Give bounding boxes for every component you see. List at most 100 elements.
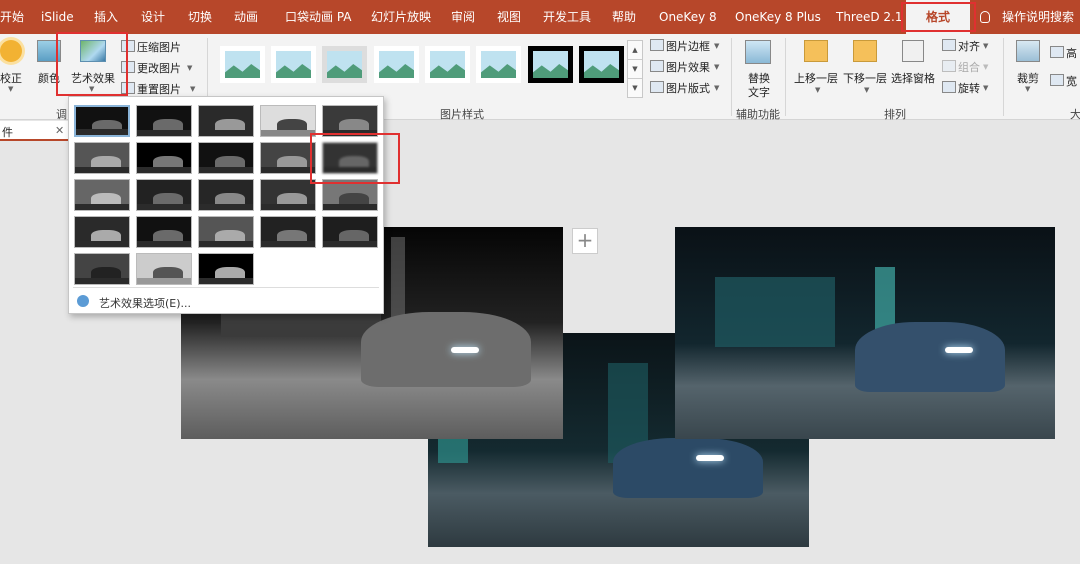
height-icon	[1050, 46, 1064, 58]
lightbulb-icon	[980, 11, 990, 23]
style-thumb[interactable]	[374, 46, 419, 83]
tab-insert[interactable]: 插入	[94, 0, 118, 34]
effect-cement[interactable]	[136, 216, 192, 248]
width-field[interactable]: 宽	[1066, 73, 1077, 89]
tab-animations[interactable]: 动画	[234, 0, 258, 34]
reset-caret-icon: ▼	[190, 85, 196, 93]
adjust-group-label: 调	[56, 108, 67, 121]
sun-icon	[0, 40, 22, 62]
tab-view[interactable]: 视图	[497, 0, 521, 34]
artistic-options-link[interactable]: 艺术效果选项(E)...	[99, 295, 191, 311]
styles-group-label: 图片样式	[440, 108, 484, 121]
tab-slideshow[interactable]: 幻灯片放映	[371, 0, 431, 34]
correct-button[interactable]: 校正	[0, 70, 22, 86]
arrange-group-label: 排列	[884, 108, 906, 121]
tab-help[interactable]: 帮助	[612, 0, 636, 34]
effect-watercolor[interactable]	[136, 179, 192, 211]
tab-review[interactable]: 审阅	[451, 0, 475, 34]
effect-none[interactable]	[74, 105, 130, 137]
effect-cutout[interactable]	[198, 179, 254, 211]
tab-transitions[interactable]: 切换	[188, 0, 212, 34]
effect-glow-diffused[interactable]	[260, 142, 316, 174]
artistic-effects-button[interactable]: 艺术效果	[71, 70, 115, 86]
style-thumb[interactable]	[476, 46, 521, 83]
effect-film-grain[interactable]	[322, 179, 378, 211]
tab-onekey8[interactable]: OneKey 8	[659, 0, 717, 34]
artistic-effects-icon	[80, 40, 106, 62]
ribbon-tab-bar: 开始 iSlide 插入 设计 切换 动画 口袋动画 PA 幻灯片放映 审阅 视…	[0, 0, 1080, 34]
picture-effects-icon	[650, 60, 664, 72]
effect-pastels[interactable]	[322, 216, 378, 248]
picture-effects-button[interactable]: 图片效果	[666, 59, 710, 75]
effect-glass[interactable]	[74, 216, 130, 248]
effect-light-screen[interactable]	[74, 179, 130, 211]
border-caret-icon: ▼	[714, 42, 720, 50]
gallery-scroll[interactable]: ▲ ▼ ▼	[627, 40, 643, 98]
picture-layout-button[interactable]: 图片版式	[666, 80, 710, 96]
effect-line-drawing[interactable]	[322, 105, 378, 137]
style-thumb[interactable]	[220, 46, 265, 83]
crop-icon	[1016, 40, 1040, 62]
tab-pocket-animation[interactable]: 口袋动画 PA	[285, 0, 352, 34]
rotate-button[interactable]: 旋转	[958, 80, 980, 96]
style-thumb[interactable]	[579, 46, 624, 83]
effect-paint-brush[interactable]	[198, 142, 254, 174]
style-thumb[interactable]	[322, 46, 367, 83]
selection-pane-button[interactable]: 选择窗格	[891, 70, 935, 86]
alt-text-button-line2[interactable]: 文字	[748, 84, 770, 100]
picture-border-button[interactable]: 图片边框	[666, 38, 710, 54]
effect-chalk-sketch[interactable]	[74, 142, 130, 174]
height-field[interactable]: 高	[1066, 45, 1077, 61]
effects-caret-icon: ▼	[714, 63, 720, 71]
accessibility-group-label: 辅助功能	[736, 108, 780, 121]
effect-crisscross[interactable]	[260, 216, 316, 248]
tab-format[interactable]: 格式	[906, 0, 970, 34]
artistic-caret-icon: ▼	[89, 85, 95, 93]
tab-design[interactable]: 设计	[141, 0, 165, 34]
compress-button[interactable]: 压缩图片	[137, 39, 181, 55]
change-picture-icon	[121, 61, 135, 73]
close-icon[interactable]: ✕	[55, 124, 64, 137]
effect-plastic-wrap[interactable]	[74, 253, 130, 285]
palette-icon	[77, 295, 89, 307]
send-backward-icon	[853, 40, 877, 62]
reset-picture-button[interactable]: 重置图片	[137, 81, 181, 97]
tab-home[interactable]: 开始	[0, 0, 24, 34]
bring-forward-button[interactable]: 上移一层	[794, 70, 838, 86]
width-icon	[1050, 74, 1064, 86]
effect-marker[interactable]	[136, 105, 192, 137]
style-thumb[interactable]	[425, 46, 470, 83]
file-tab-label: 件	[2, 126, 13, 139]
gallery-expand-icon[interactable]: ▼	[628, 79, 642, 98]
effect-blur[interactable]	[322, 142, 378, 174]
tab-islide[interactable]: iSlide	[41, 0, 74, 34]
style-thumb[interactable]	[528, 46, 573, 83]
color-button[interactable]: 颜色	[38, 70, 60, 86]
style-thumb[interactable]	[271, 46, 316, 83]
effect-photocopy[interactable]	[136, 253, 192, 285]
align-button[interactable]: 对齐	[958, 38, 980, 54]
change-picture-button[interactable]: 更改图片	[137, 60, 181, 76]
send-backward-button[interactable]: 下移一层	[843, 70, 887, 86]
tab-developer[interactable]: 开发工具	[543, 0, 591, 34]
effect-pencil-sketch[interactable]	[260, 105, 316, 137]
file-tab[interactable]: 件 ✕	[0, 121, 70, 141]
effect-texturizer[interactable]	[198, 216, 254, 248]
scroll-up-icon[interactable]: ▲	[628, 41, 642, 60]
tell-me-search[interactable]: 操作说明搜索	[1002, 0, 1074, 34]
tab-threed[interactable]: ThreeD 2.1	[836, 0, 903, 34]
effect-glow-edges[interactable]	[198, 253, 254, 285]
add-icon[interactable]: +	[572, 228, 598, 254]
scroll-down-icon[interactable]: ▼	[628, 60, 642, 79]
group-button[interactable]: 组合	[958, 59, 980, 75]
separator	[785, 38, 786, 116]
car-photo-color-large[interactable]	[675, 227, 1055, 439]
powerpoint-window: 开始 iSlide 插入 设计 切换 动画 口袋动画 PA 幻灯片放映 审阅 视…	[0, 0, 1080, 564]
effect-paint-strokes[interactable]	[136, 142, 192, 174]
tab-onekey8-plus[interactable]: OneKey 8 Plus	[735, 0, 821, 34]
forward-caret-icon: ▼	[815, 86, 821, 94]
group-icon	[942, 60, 956, 72]
effect-pencil-grayscale[interactable]	[198, 105, 254, 137]
crop-button[interactable]: 裁剪	[1017, 70, 1039, 86]
effect-mosaic[interactable]	[260, 179, 316, 211]
